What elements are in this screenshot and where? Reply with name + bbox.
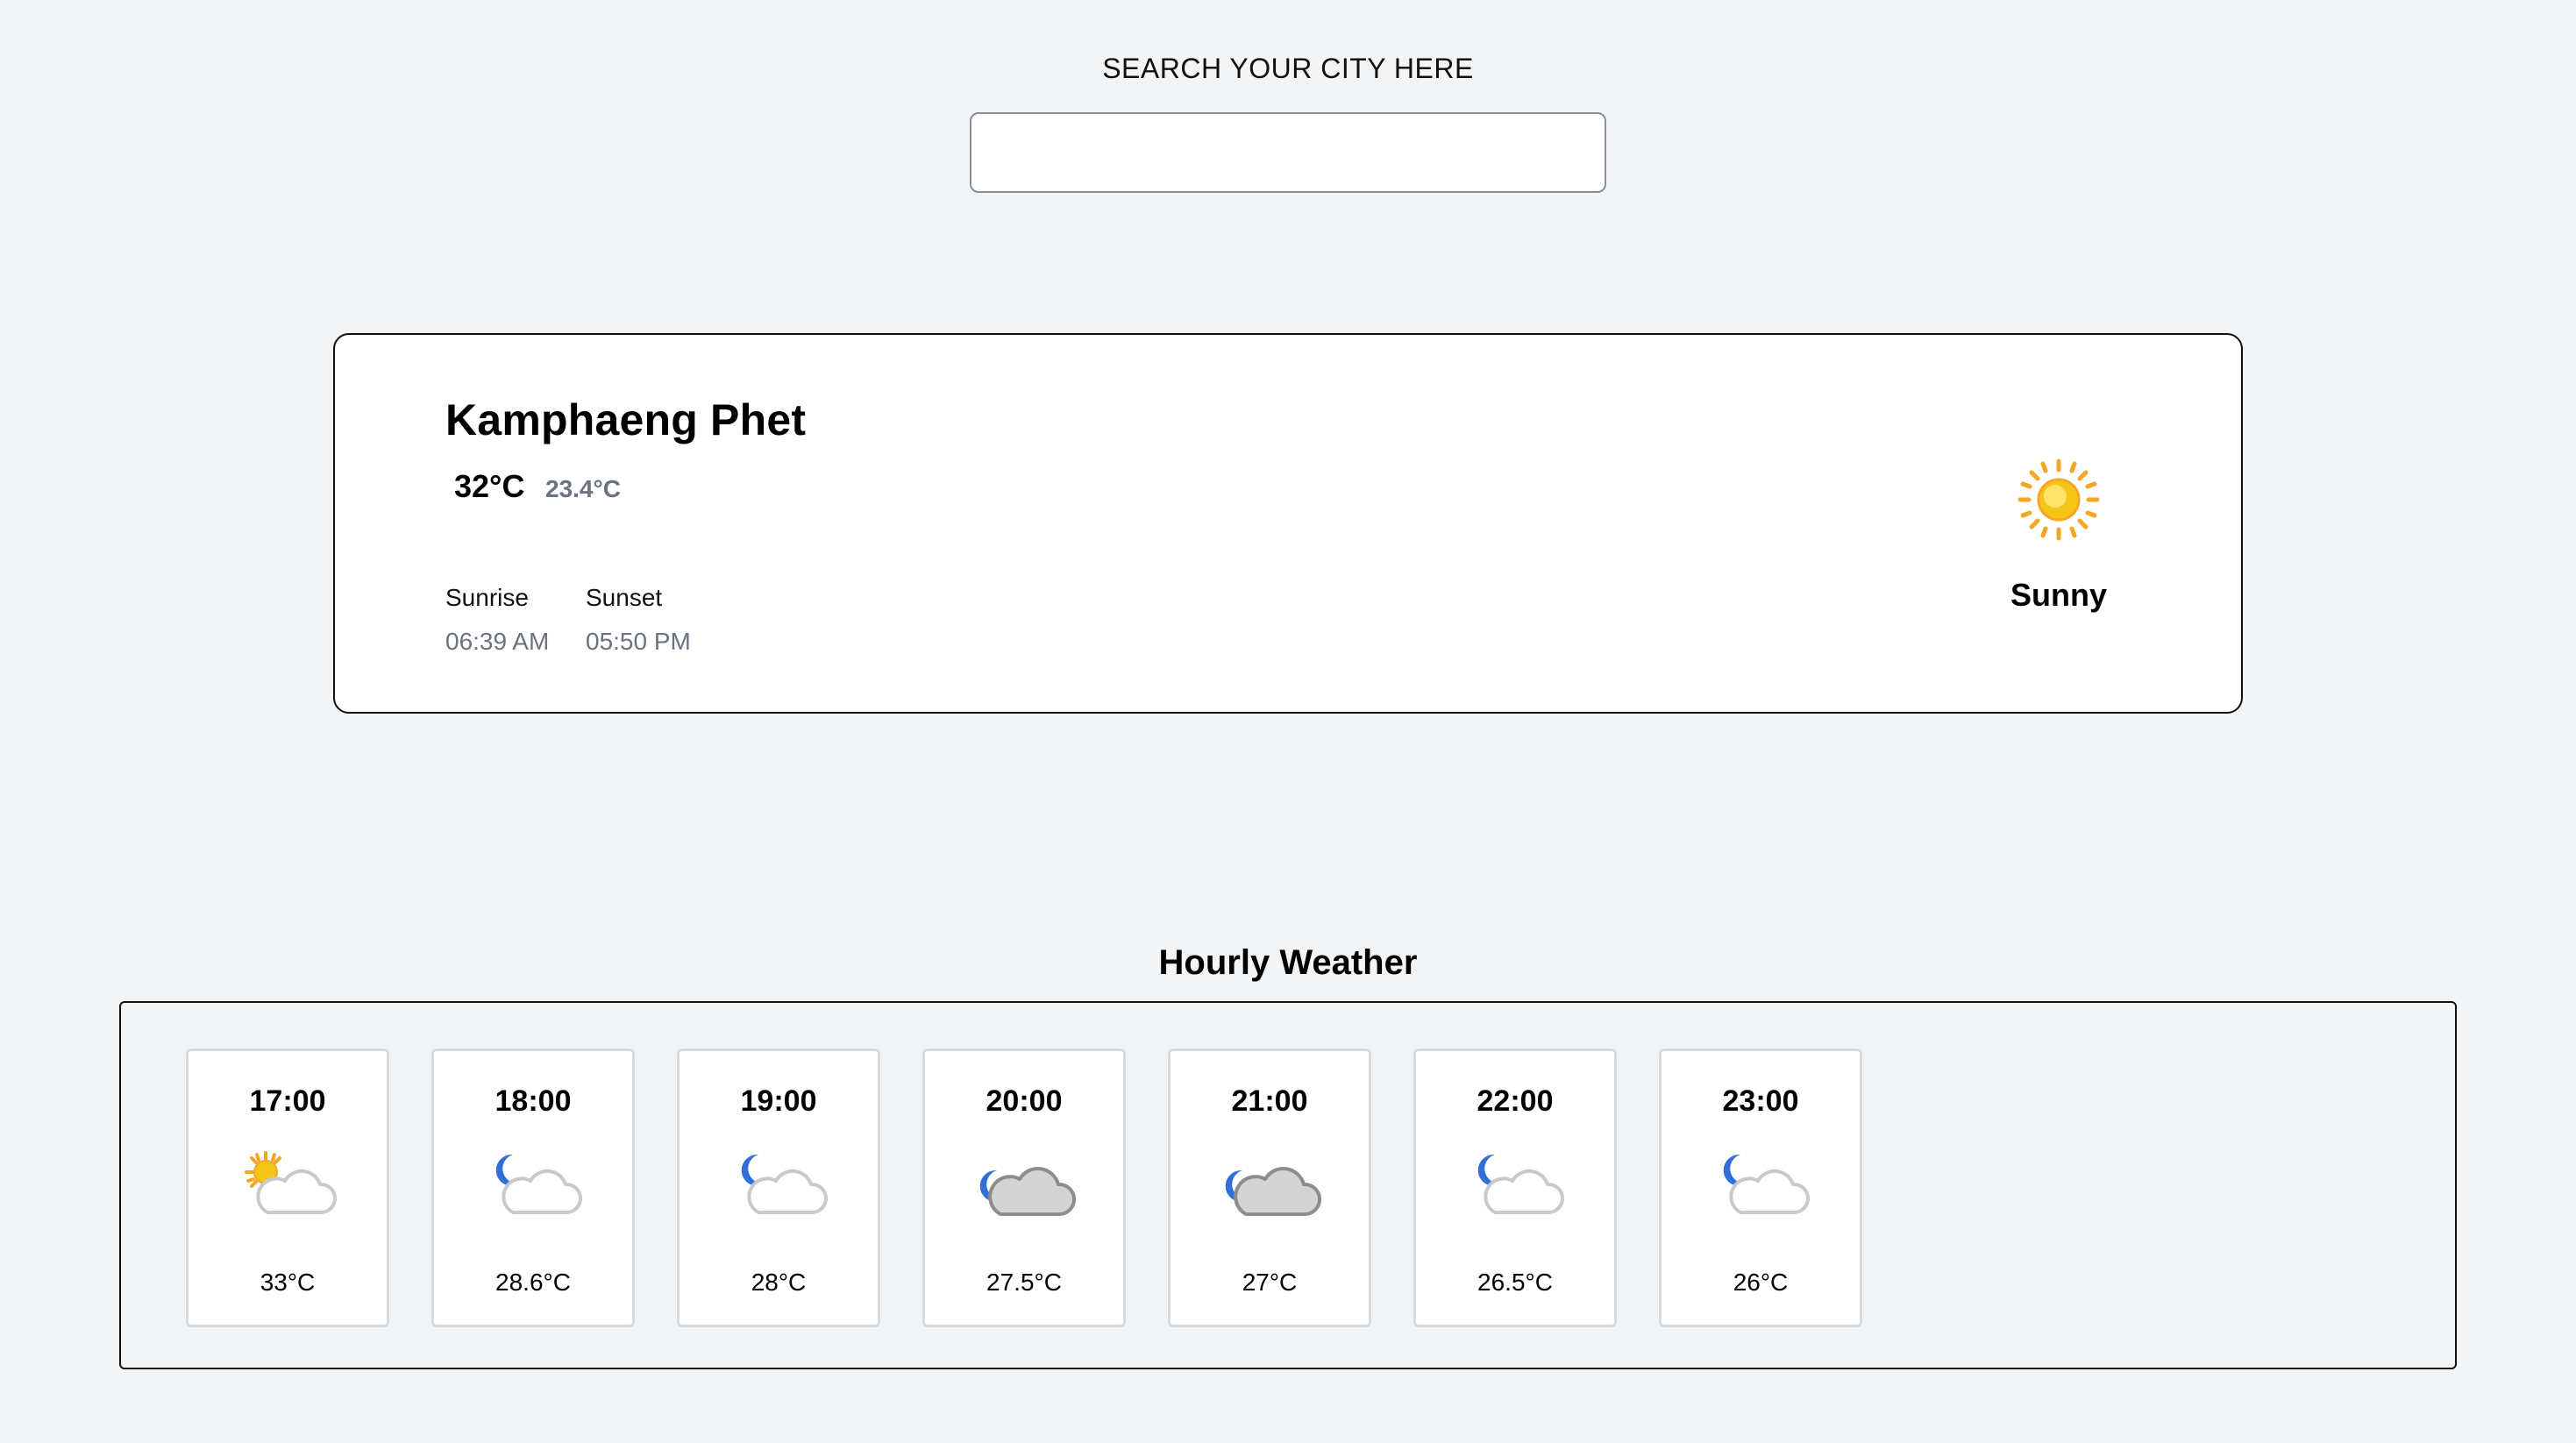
hour-time: 22:00 (1477, 1084, 1554, 1118)
sunrise-block: Sunrise 06:39 AM (445, 584, 549, 656)
hour-temperature: 28.6°C (495, 1269, 571, 1296)
city-name: Kamphaeng Phet (445, 395, 807, 444)
hour-temperature: 26.5°C (1477, 1269, 1553, 1296)
moon-cloud-icon (1723, 1154, 1810, 1214)
hour-card: 17:00 33°C (186, 1048, 389, 1327)
moon-dark-cloud-icon (979, 1167, 1076, 1216)
hour-card: 21:00 27°C (1168, 1048, 1371, 1327)
hour-card: 23:00 26°C (1659, 1048, 1862, 1327)
hour-time: 17:00 (249, 1084, 326, 1118)
moon-cloud-icon (1477, 1154, 1564, 1214)
hourly-weather-title: Hourly Weather (1158, 943, 1418, 982)
search-label: SEARCH YOUR CITY HERE (1102, 53, 1474, 84)
hour-card: 22:00 26.5°C (1413, 1048, 1617, 1327)
condition-text: Sunny (2010, 577, 2107, 613)
hour-temperature: 27.5°C (986, 1269, 1062, 1296)
hour-card: 20:00 27.5°C (922, 1048, 1126, 1327)
sun-icon (2017, 458, 2100, 541)
sunset-time: 05:50 PM (586, 628, 691, 655)
hour-card: 19:00 28°C (677, 1048, 880, 1327)
sun-behind-cloud-icon (245, 1151, 337, 1214)
hour-time: 19:00 (740, 1084, 817, 1118)
moon-cloud-icon (741, 1154, 828, 1214)
weather-app: SEARCH YOUR CITY HERE Kamphaeng Phet 32°… (0, 0, 2576, 1443)
hour-time: 20:00 (986, 1084, 1063, 1118)
current-weather-card: Kamphaeng Phet 32°C 23.4°C Sunrise 06:39… (333, 333, 2243, 714)
hour-time: 23:00 (1722, 1084, 1799, 1118)
hour-temperature: 27°C (1242, 1269, 1298, 1296)
sunrise-label: Sunrise (445, 584, 529, 611)
hourly-forecast-panel: 17:00 33°C 18:00 28.6°C 19:00 28°C 20:00… (119, 1001, 2457, 1369)
sunset-label: Sunset (586, 584, 663, 611)
hour-temperature: 26°C (1733, 1269, 1789, 1296)
moon-cloud-icon (495, 1154, 582, 1214)
hour-temperature: 33°C (260, 1269, 316, 1296)
hour-card: 18:00 28.6°C (431, 1048, 635, 1327)
hour-temperature: 28°C (751, 1269, 807, 1296)
city-search-input[interactable] (970, 112, 1606, 193)
hour-time: 18:00 (495, 1084, 572, 1118)
current-temperature: 32°C (454, 468, 525, 504)
moon-dark-cloud-icon (1225, 1167, 1321, 1216)
sunset-block: Sunset 05:50 PM (586, 584, 691, 656)
sunrise-time: 06:39 AM (445, 628, 550, 655)
hour-time: 21:00 (1231, 1084, 1308, 1118)
feels-like-temperature: 23.4°C (545, 475, 621, 502)
